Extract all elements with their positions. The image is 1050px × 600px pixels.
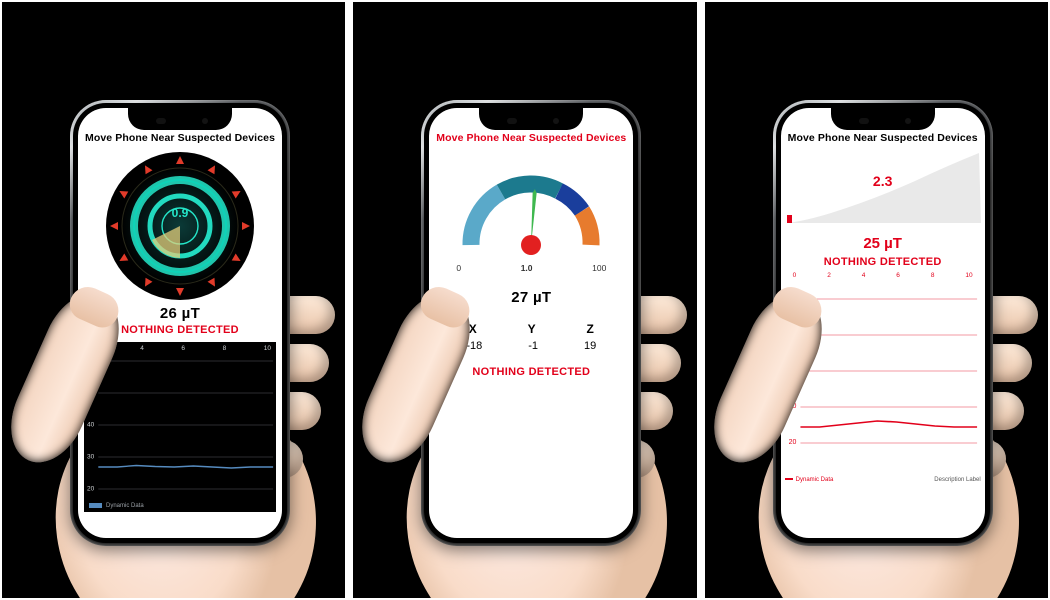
gauge-tick: 100 bbox=[592, 263, 606, 273]
legend-swatch-icon bbox=[89, 503, 102, 508]
dial-value: 2.3 bbox=[873, 173, 892, 189]
chart-legend: Dynamic Data bbox=[89, 503, 144, 509]
y-tick: 30 bbox=[87, 453, 94, 460]
y-tick: 20 bbox=[789, 439, 797, 446]
detection-status: NOTHING DETECTED bbox=[429, 366, 633, 378]
line-chart-dark: 60 50 40 30 20 2 4 6 8 10 Dynamic Data bbox=[84, 342, 276, 512]
instruction-text: Move Phone Near Suspected Devices bbox=[78, 132, 282, 145]
phone-notch bbox=[479, 108, 583, 130]
gauge-scale: 0 1.0 100 bbox=[456, 263, 606, 273]
phone-notch bbox=[128, 108, 232, 130]
x-tick: 8 bbox=[223, 345, 227, 352]
x-tick: 4 bbox=[140, 345, 144, 352]
instruction-text: Move Phone Near Suspected Devices bbox=[429, 132, 633, 145]
panel-3: Move Phone Near Suspected Devices 2.3 25… bbox=[703, 0, 1050, 600]
chart-legend: Dynamic Data Description Label bbox=[781, 475, 985, 483]
detection-status: NOTHING DETECTED bbox=[781, 256, 985, 268]
x-tick: 6 bbox=[181, 345, 185, 352]
phone-notch bbox=[831, 108, 935, 130]
y-tick: 40 bbox=[87, 421, 94, 428]
radar-dial: 0.9 bbox=[105, 151, 255, 301]
instruction-text: Move Phone Near Suspected Devices bbox=[781, 132, 985, 145]
panel-1: Move Phone Near Suspected Devices bbox=[0, 0, 347, 600]
gauge-value: 1.0 bbox=[521, 263, 533, 273]
radar-value: 0.9 bbox=[172, 206, 189, 220]
x-tick: 10 bbox=[264, 345, 271, 352]
chart-x-axis: 0246810 bbox=[789, 272, 977, 279]
magnetic-reading: 25 µT bbox=[781, 235, 985, 252]
legend-right-label: Description Label bbox=[934, 477, 980, 483]
y-tick: 20 bbox=[87, 485, 94, 492]
screenshot-triptych: Move Phone Near Suspected Devices bbox=[0, 0, 1050, 600]
legend-swatch-icon bbox=[785, 478, 793, 480]
panel-2: Move Phone Near Suspected Devices bbox=[351, 0, 698, 600]
semicircle-gauge bbox=[451, 153, 611, 263]
gauge-tick: 0 bbox=[456, 263, 461, 273]
fan-dial: 2.3 bbox=[785, 151, 981, 231]
